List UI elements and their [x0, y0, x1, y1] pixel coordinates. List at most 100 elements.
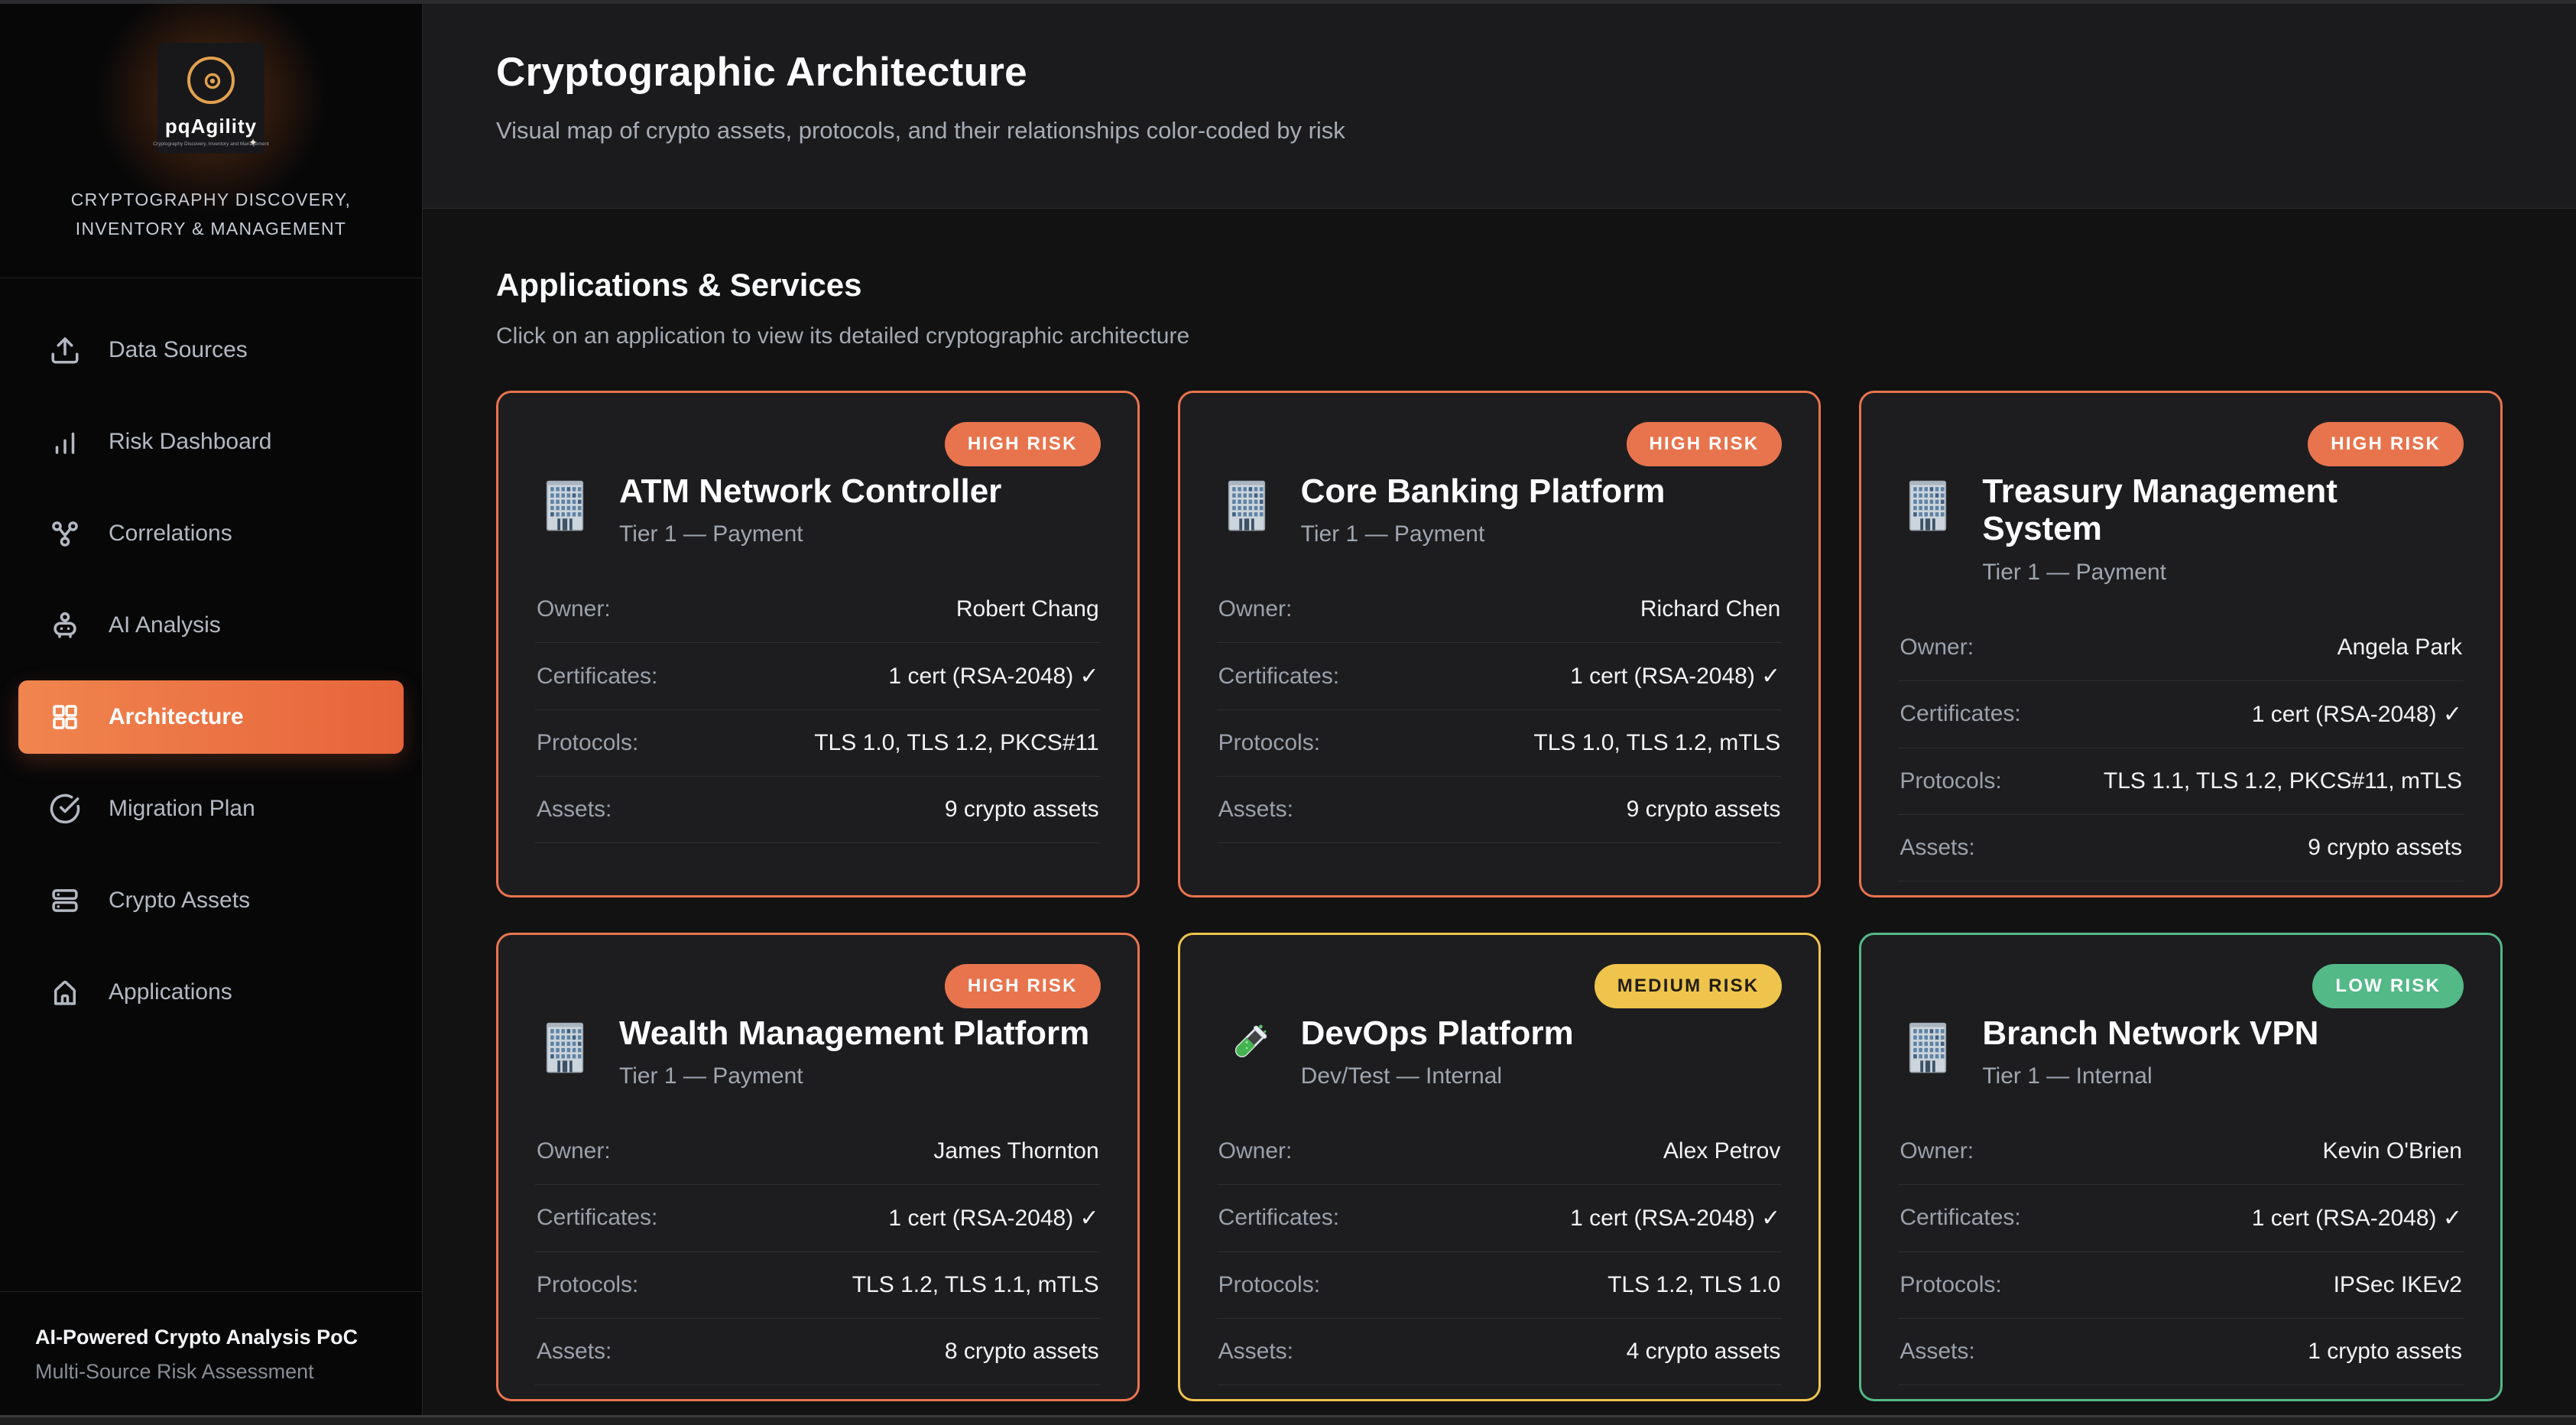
sidebar-item-applications[interactable]: Applications [18, 956, 404, 1029]
application-details: Owner: Kevin O'Brien Certificates:1 cert (… [1898, 1118, 2464, 1385]
application-card[interactable]: MEDIUM RISK DevOps Platform Dev/Test — I… [1178, 933, 1822, 1401]
application-card[interactable]: HIGH RISK Wealth Management Platform Tie… [496, 933, 1140, 1401]
sidebar-footer: AI-Powered Crypto Analysis PoC Multi-Sou… [0, 1291, 422, 1425]
application-title: Core Banking Platform [1301, 472, 1666, 510]
brand-name: pqAgility [165, 115, 257, 138]
sidebar-item-label: Architecture [109, 704, 244, 730]
detail-row: Certificates:1 cert (RSA-2048) ✓ [1217, 1185, 1783, 1252]
detail-label: Protocols: [1900, 1272, 2001, 1298]
detail-row: Certificates:1 cert (RSA-2048) ✓ [1217, 643, 1783, 710]
detail-row: Protocols: TLS 1.0, TLS 1.2, mTLS [1217, 710, 1783, 777]
sidebar-item-label: Data Sources [109, 337, 248, 363]
detail-value: IPSec IKEv2 [2334, 1272, 2462, 1298]
detail-label: Assets: [1900, 1339, 1974, 1365]
detail-value: TLS 1.0, TLS 1.2, mTLS [1533, 730, 1780, 756]
detail-value: 9 crypto assets [1627, 797, 1781, 823]
sidebar-item-architecture[interactable]: Architecture [18, 680, 404, 754]
detail-row: Owner: Angela Park [1898, 615, 2464, 681]
detail-value: 1 cert (RSA-2048) ✓ [1570, 663, 1780, 690]
window-bottom-edge [0, 1415, 2576, 1425]
sidebar-item-label: Crypto Assets [109, 888, 250, 914]
content-area: Applications & Services Click on an appl… [423, 209, 2576, 1425]
detail-label: Owner: [1900, 1138, 1974, 1164]
application-card[interactable]: HIGH RISK Core Banking Platform Tier 1 —… [1178, 391, 1822, 898]
sidebar-item-risk-dashboard[interactable]: Risk Dashboard [18, 405, 404, 479]
sidebar-item-label: AI Analysis [109, 612, 221, 638]
detail-label: Owner: [1900, 635, 1974, 661]
sidebar-logo-section: pqAgility Cryptography Discovery, Invent… [0, 0, 422, 278]
detail-label: Protocols: [1218, 730, 1320, 756]
application-title: Treasury Management System [1982, 472, 2464, 548]
detail-label: Certificates: [1900, 701, 2020, 727]
detail-value: 1 cert (RSA-2048) ✓ [888, 663, 1098, 690]
page-title: Cryptographic Architecture [496, 49, 2503, 96]
sidebar-item-label: Risk Dashboard [109, 429, 271, 455]
risk-badge: HIGH RISK [2308, 422, 2464, 466]
page-header: Cryptographic Architecture Visual map of… [423, 0, 2576, 209]
logo-card: pqAgility Cryptography Discovery, Invent… [157, 43, 264, 154]
bar-chart-icon [49, 426, 81, 458]
detail-value: Alex Petrov [1663, 1138, 1780, 1164]
detail-row: Certificates:1 cert (RSA-2048) ✓ [535, 1185, 1101, 1252]
detail-value: 1 cert (RSA-2048) ✓ [2252, 701, 2462, 728]
application-tier: Tier 1 — Payment [619, 521, 1001, 547]
application-tier: Tier 1 — Payment [1301, 521, 1666, 547]
applications-grid: HIGH RISK ATM Network Controller Tier 1 … [496, 391, 2503, 1401]
sidebar-item-migration-plan[interactable]: Migration Plan [18, 772, 404, 846]
detail-row: Owner: Kevin O'Brien [1898, 1118, 2464, 1185]
detail-label: Protocols: [537, 730, 638, 756]
application-card[interactable]: HIGH RISK ATM Network Controller Tier 1 … [496, 391, 1140, 898]
network-icon [49, 518, 81, 550]
grid-icon [49, 701, 81, 733]
detail-row: Certificates: 1 cert (RSA-2048) ✓ [1898, 681, 2464, 748]
application-card[interactable]: HIGH RISK Treasury Management System Tie… [1859, 391, 2503, 898]
detail-value: Richard Chen [1640, 596, 1780, 622]
application-title: ATM Network Controller [619, 472, 1001, 510]
sidebar-item-ai-analysis[interactable]: AI Analysis [18, 589, 404, 662]
application-tier: Tier 1 — Payment [1982, 560, 2464, 586]
application-title: Wealth Management Platform [619, 1014, 1089, 1052]
detail-row: Protocols: IPSec IKEv2 [1898, 1252, 2464, 1319]
detail-value: 8 crypto assets [945, 1339, 1099, 1365]
detail-row: Protocols:TLS 1.1, TLS 1.2, PKCS#11, mTL… [1898, 748, 2464, 815]
detail-row: Certificates:1 cert (RSA-2048) ✓ [535, 643, 1101, 710]
risk-badge: MEDIUM RISK [1595, 964, 1783, 1008]
detail-label: Certificates: [537, 1205, 657, 1231]
sidebar: pqAgility Cryptography Discovery, Invent… [0, 0, 423, 1425]
detail-value: TLS 1.0, TLS 1.2, PKCS#11 [814, 730, 1098, 756]
application-details: Owner:Richard ChenCertificates:1 cert (R… [1217, 576, 1783, 843]
application-details: Owner:Alex PetrovCertificates:1 cert (RS… [1217, 1118, 1783, 1385]
detail-value: Angela Park [2338, 635, 2462, 661]
detail-label: Owner: [537, 1138, 611, 1164]
test-tube-emoji-icon [1217, 1018, 1277, 1077]
sidebar-item-data-sources[interactable]: Data Sources [18, 313, 404, 387]
detail-label: Protocols: [1900, 768, 2001, 794]
sidebar-item-correlations[interactable]: Correlations [18, 497, 404, 570]
building-emoji-icon [1898, 1018, 1958, 1077]
detail-value: 1 crypto assets [2308, 1339, 2462, 1365]
logo: pqAgility Cryptography Discovery, Invent… [157, 43, 264, 154]
page-subtitle: Visual map of crypto assets, protocols, … [496, 117, 2503, 144]
application-tier: Tier 1 — Payment [619, 1063, 1089, 1089]
detail-label: Certificates: [1218, 1205, 1339, 1231]
detail-label: Protocols: [1218, 1272, 1320, 1298]
detail-label: Owner: [537, 596, 611, 622]
detail-label: Assets: [1900, 835, 1974, 861]
sidebar-item-crypto-assets[interactable]: Crypto Assets [18, 864, 404, 937]
detail-value: Kevin O'Brien [2323, 1138, 2462, 1164]
detail-row: Certificates:1 cert (RSA-2048) ✓ [1898, 1185, 2464, 1252]
building-emoji-icon [535, 476, 595, 535]
check-circle-icon [49, 793, 81, 825]
building-emoji-icon [1898, 476, 1958, 535]
detail-value: TLS 1.2, TLS 1.1, mTLS [852, 1272, 1099, 1298]
home-icon [49, 976, 81, 1008]
detail-value: James Thornton [933, 1138, 1098, 1164]
detail-value: 9 crypto assets [945, 797, 1099, 823]
application-card[interactable]: LOW RISK Branch Network VPN Tier 1 — Int… [1859, 933, 2503, 1401]
app-window: pqAgility Cryptography Discovery, Invent… [0, 0, 2576, 1425]
detail-label: Assets: [537, 1339, 612, 1365]
upload-icon [49, 334, 81, 366]
sidebar-item-label: Migration Plan [109, 796, 255, 822]
detail-value: 9 crypto assets [2308, 835, 2462, 861]
detail-label: Protocols: [537, 1272, 638, 1298]
